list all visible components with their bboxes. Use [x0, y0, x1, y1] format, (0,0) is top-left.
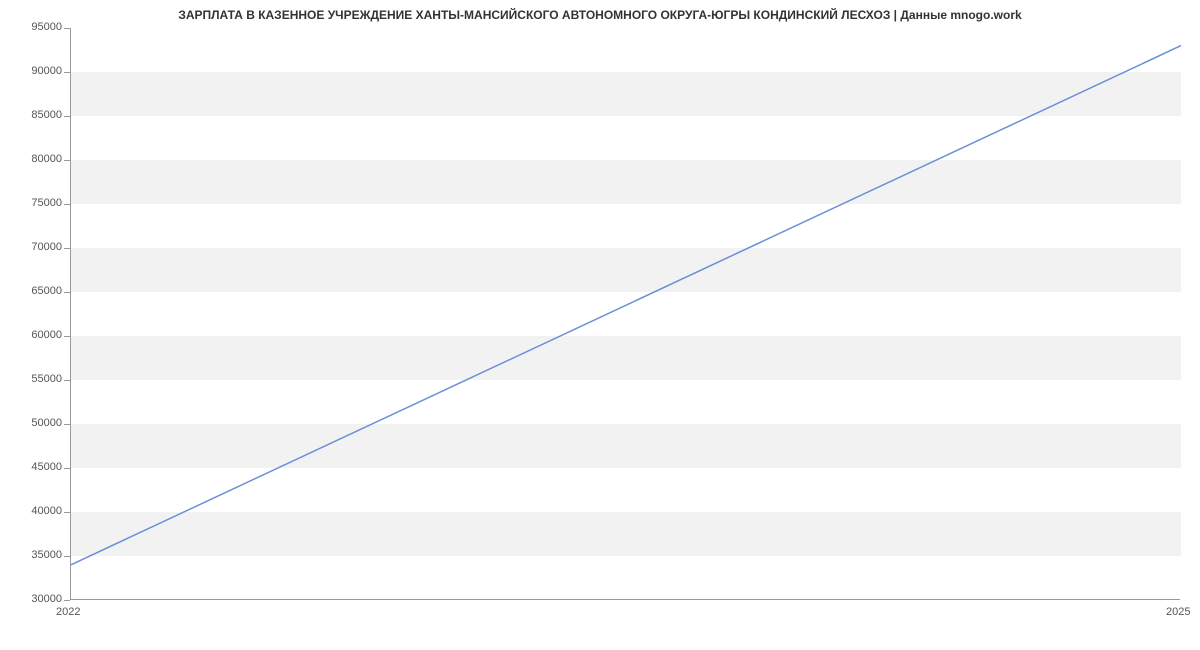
- x-tick-label: 2025: [1166, 606, 1190, 618]
- y-tick-label: 50000: [0, 417, 62, 429]
- y-tick-label: 35000: [0, 549, 62, 561]
- grid-band: [71, 512, 1181, 556]
- y-tick-mark: [64, 160, 70, 161]
- y-tick-mark: [64, 204, 70, 205]
- y-tick-mark: [64, 72, 70, 73]
- y-tick-label: 70000: [0, 241, 62, 253]
- grid-band: [71, 248, 1181, 292]
- y-tick-mark: [64, 292, 70, 293]
- x-tick-label: 2022: [56, 606, 80, 618]
- y-tick-label: 60000: [0, 329, 62, 341]
- chart-svg: [71, 28, 1180, 599]
- chart-title: ЗАРПЛАТА В КАЗЕННОЕ УЧРЕЖДЕНИЕ ХАНТЫ-МАН…: [0, 8, 1200, 22]
- grid-band: [71, 72, 1181, 116]
- grid-band: [71, 160, 1181, 204]
- y-tick-mark: [64, 424, 70, 425]
- y-tick-label: 55000: [0, 373, 62, 385]
- y-tick-mark: [64, 468, 70, 469]
- y-tick-label: 40000: [0, 505, 62, 517]
- grid-band: [71, 336, 1181, 380]
- y-tick-label: 30000: [0, 593, 62, 605]
- y-tick-mark: [64, 116, 70, 117]
- y-tick-label: 95000: [0, 21, 62, 33]
- y-tick-mark: [64, 380, 70, 381]
- y-tick-label: 45000: [0, 461, 62, 473]
- y-tick-label: 90000: [0, 65, 62, 77]
- y-tick-mark: [64, 556, 70, 557]
- plot-area: [70, 28, 1180, 600]
- data-line: [71, 46, 1181, 565]
- y-tick-mark: [64, 28, 70, 29]
- y-tick-mark: [64, 248, 70, 249]
- y-tick-label: 85000: [0, 109, 62, 121]
- y-tick-label: 75000: [0, 197, 62, 209]
- grid-band: [71, 424, 1181, 468]
- y-tick-label: 65000: [0, 285, 62, 297]
- y-tick-label: 80000: [0, 153, 62, 165]
- y-tick-mark: [64, 600, 70, 601]
- y-tick-mark: [64, 336, 70, 337]
- y-tick-mark: [64, 512, 70, 513]
